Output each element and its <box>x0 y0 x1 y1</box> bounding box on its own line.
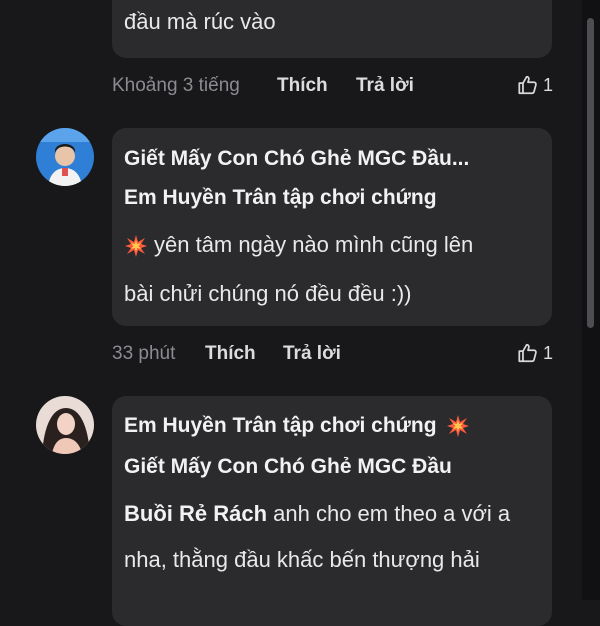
like-count-2[interactable]: 1 <box>517 342 553 364</box>
reply-button-1[interactable]: Trả lời <box>356 75 414 97</box>
comment-author-3[interactable]: Em Huyền Trân tập chơi chứng <box>124 414 470 438</box>
comment-author-3-label: Em Huyền Trân tập chơi chứng <box>124 414 437 437</box>
thumbs-up-icon <box>518 75 537 95</box>
like-count-1[interactable]: 1 <box>517 74 553 96</box>
scrollbar-thumb[interactable] <box>587 18 594 328</box>
comment-text-3-line1: Buồi Rẻ Rách anh cho em theo a với a <box>124 501 510 527</box>
comment-mention-3-tail[interactable]: Buồi Rẻ Rách <box>124 501 267 526</box>
thumbs-up-icon <box>518 343 537 363</box>
comment-text-1: đầu mà rúc vào <box>124 9 276 34</box>
like-button-1[interactable]: Thích <box>277 75 328 97</box>
comment-mention-3[interactable]: Giết Mấy Con Chó Ghẻ MGC Đầu <box>124 455 452 479</box>
collision-emoji-icon <box>447 415 470 438</box>
like-button-2[interactable]: Thích <box>205 343 256 365</box>
comment-time-2: 33 phút <box>112 343 176 364</box>
comment-text-3-tail: anh cho em theo a với a <box>273 501 511 526</box>
collision-emoji-icon <box>125 235 147 258</box>
comment-text-2-line1: yên tâm ngày nào mình cũng lên <box>154 232 474 257</box>
like-count-label: 1 <box>543 342 554 363</box>
comment-text-2: yên tâm ngày nào mình cũng lên <box>124 232 473 258</box>
comment-author-2[interactable]: Giết Mấy Con Chó Ghẻ MGC Đầu... <box>124 147 469 171</box>
avatar-3[interactable] <box>36 396 94 454</box>
comment-author-2-line2[interactable]: Em Huyền Trân tập chơi chứng <box>124 186 437 210</box>
reply-button-2[interactable]: Trả lời <box>283 343 341 365</box>
scrollbar[interactable] <box>582 0 600 600</box>
comment-text-2-line2: bài chửi chúng nó đều đều :)) <box>124 281 412 306</box>
like-count-label: 1 <box>543 74 554 95</box>
comment-text-3-line2: nha, thằng đầu khấc bến thượng hải <box>124 547 480 572</box>
comment-time-1: Khoảng 3 tiếng <box>112 75 240 96</box>
avatar-2[interactable] <box>36 128 94 186</box>
